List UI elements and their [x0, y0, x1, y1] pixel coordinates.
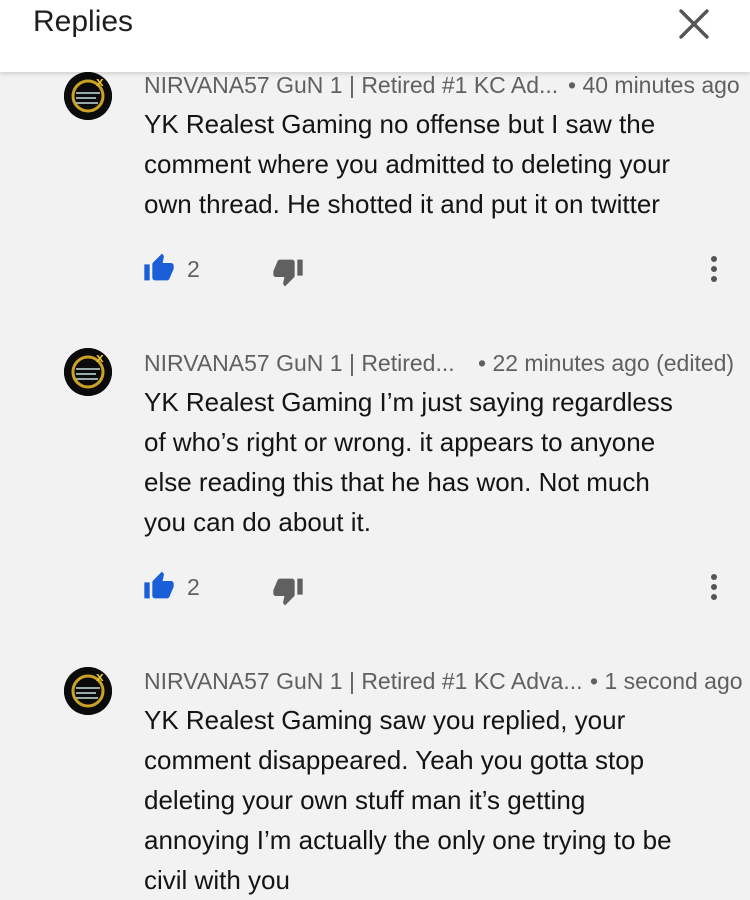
comment-timestamp: • 22 minutes ago (edited)	[478, 350, 735, 376]
comment-timestamp: • 1 second ago	[590, 668, 743, 694]
avatar[interactable]: X	[64, 667, 112, 715]
dislike-button[interactable]	[272, 258, 304, 293]
thumbs-up-icon	[144, 571, 174, 599]
comment-line: else reading this that he has won. Not m…	[144, 467, 650, 497]
more-vert-icon	[711, 256, 717, 282]
comment-line: own thread. He shotted it and put it on …	[144, 189, 660, 219]
comment-text: YK Realest Gaming saw you replied, your …	[144, 700, 724, 900]
more-vert-icon	[711, 574, 717, 600]
comment-line: comment disappeared. Yeah you gotta stop	[144, 745, 645, 775]
comment-author[interactable]: NIRVANA57 GuN 1 | Retired...	[144, 348, 455, 378]
like-count: 2	[187, 256, 200, 282]
avatar[interactable]: X	[64, 348, 112, 396]
close-icon	[679, 9, 709, 39]
comment-line: you can do about it.	[144, 507, 371, 537]
comment-author[interactable]: NIRVANA57 GuN 1 | Retired #1 KC Adva...	[144, 666, 583, 696]
thumbs-up-icon	[144, 253, 174, 281]
svg-text:X: X	[96, 673, 104, 684]
comment-author[interactable]: NIRVANA57 GuN 1 | Retired #1 KC Ad...	[144, 70, 558, 100]
svg-text:X: X	[96, 354, 104, 365]
comment-line: comment where you admitted to deleting y…	[144, 149, 671, 179]
more-options-button[interactable]	[704, 254, 724, 289]
replies-list: X NIRVANA57 GuN 1 | Retired #1 KC Ad... …	[0, 0, 750, 895]
like-button[interactable]	[143, 252, 175, 287]
comment-meta: NIRVANA57 GuN 1 | Retired #1 KC Adva... …	[144, 666, 750, 696]
comment-line: deleting your own stuff man it’s getting	[144, 785, 586, 815]
comment-text: YK Realest Gaming I’m just saying regard…	[144, 382, 724, 542]
comment-line: YK Realest Gaming no offense but I saw t…	[144, 109, 656, 139]
comment-line: YK Realest Gaming I’m just saying regard…	[144, 387, 673, 417]
like-count: 2	[187, 574, 200, 600]
comment-meta: NIRVANA57 GuN 1 | Retired... • 22 minute…	[144, 348, 750, 378]
svg-text:X: X	[96, 78, 104, 89]
comment-line: of who’s right or wrong. it appears to a…	[144, 427, 656, 457]
thumbs-down-icon	[273, 259, 303, 287]
comment-text: YK Realest Gaming no offense but I saw t…	[144, 104, 724, 224]
like-button[interactable]	[143, 570, 175, 605]
comment-line: civil with you	[144, 865, 290, 895]
page-title: Replies	[33, 5, 134, 38]
comment-line: annoying I’m actually the only one tryin…	[144, 825, 672, 855]
replies-header: Replies	[0, 0, 750, 72]
close-button[interactable]	[672, 2, 716, 46]
avatar[interactable]: X	[64, 72, 112, 120]
comment-timestamp: • 40 minutes ago	[568, 72, 740, 98]
comment-line: YK Realest Gaming saw you replied, your	[144, 705, 626, 735]
more-options-button[interactable]	[704, 572, 724, 607]
thumbs-down-icon	[273, 578, 303, 606]
comment-meta: NIRVANA57 GuN 1 | Retired #1 KC Ad... • …	[144, 70, 750, 100]
dislike-button[interactable]	[272, 577, 304, 612]
